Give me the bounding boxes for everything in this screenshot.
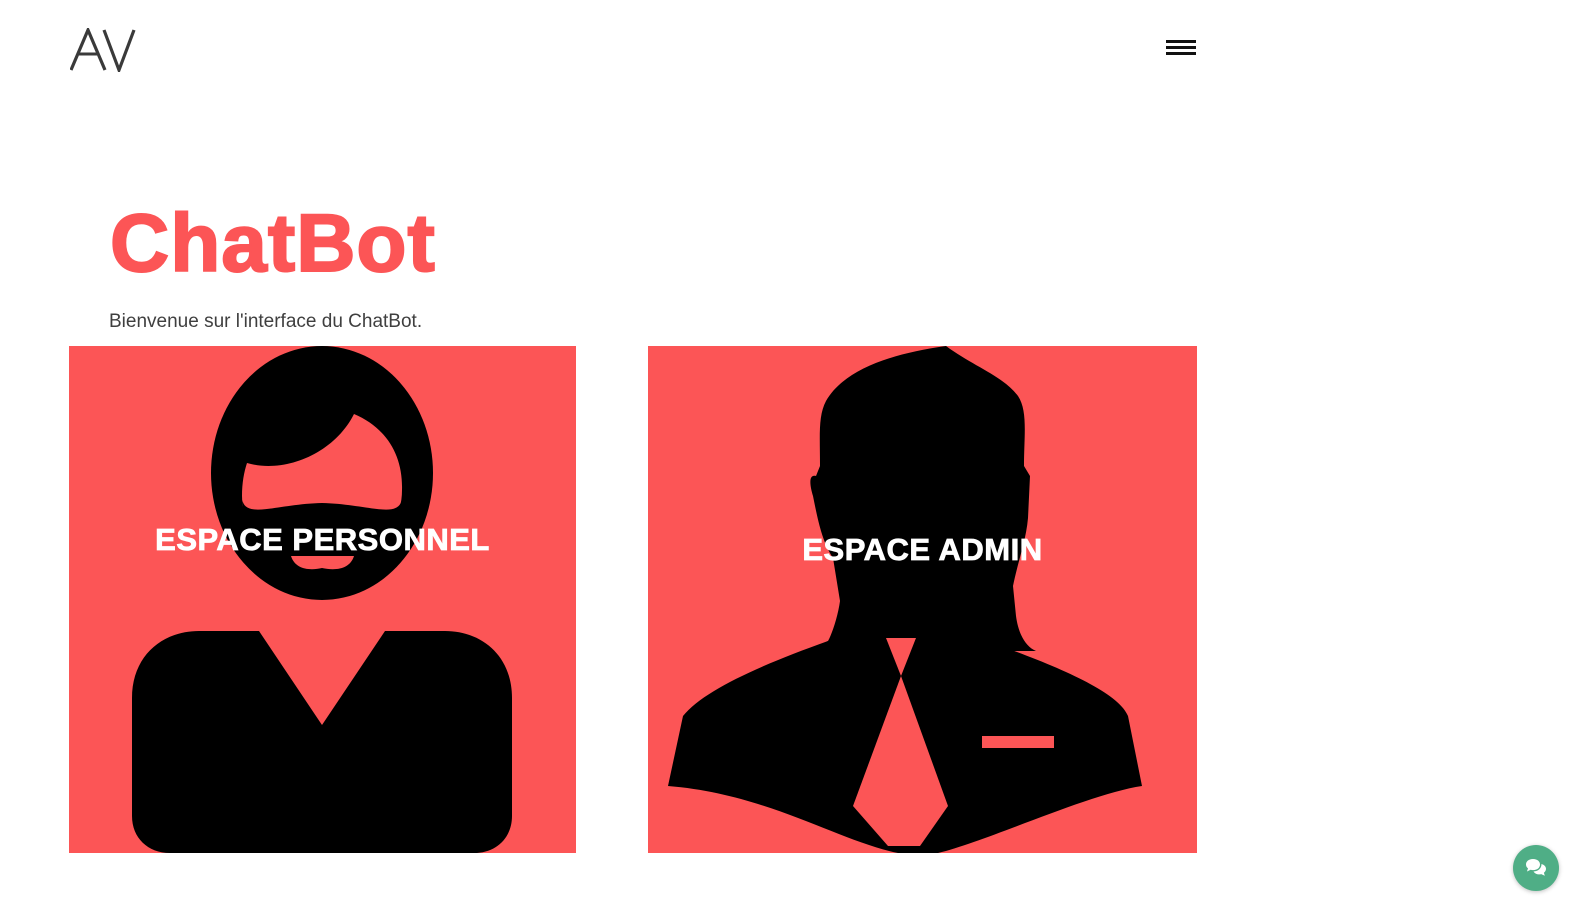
chat-widget-button[interactable] — [1513, 845, 1559, 891]
page: ChatBot Bienvenue sur l'interface du Cha… — [0, 0, 1586, 907]
av-logo[interactable] — [69, 25, 136, 75]
av-logo-icon — [69, 25, 136, 75]
espace-personnel-card[interactable]: ESPACE PERSONNEL — [69, 346, 576, 853]
espace-admin-card[interactable]: ESPACE ADMIN — [648, 346, 1197, 853]
menu-line — [1166, 46, 1196, 49]
chat-bubbles-icon — [1526, 859, 1546, 876]
hamburger-menu-icon[interactable] — [1163, 38, 1197, 60]
espace-admin-label: ESPACE ADMIN — [802, 532, 1043, 568]
espace-personnel-label: ESPACE PERSONNEL — [155, 522, 490, 558]
admin-suit-icon — [668, 346, 1142, 853]
menu-line — [1166, 40, 1196, 43]
page-title: ChatBot — [109, 197, 436, 290]
welcome-text: Bienvenue sur l'interface du ChatBot. — [109, 311, 423, 332]
menu-line — [1166, 52, 1196, 55]
user-avatar-icon — [132, 346, 512, 853]
